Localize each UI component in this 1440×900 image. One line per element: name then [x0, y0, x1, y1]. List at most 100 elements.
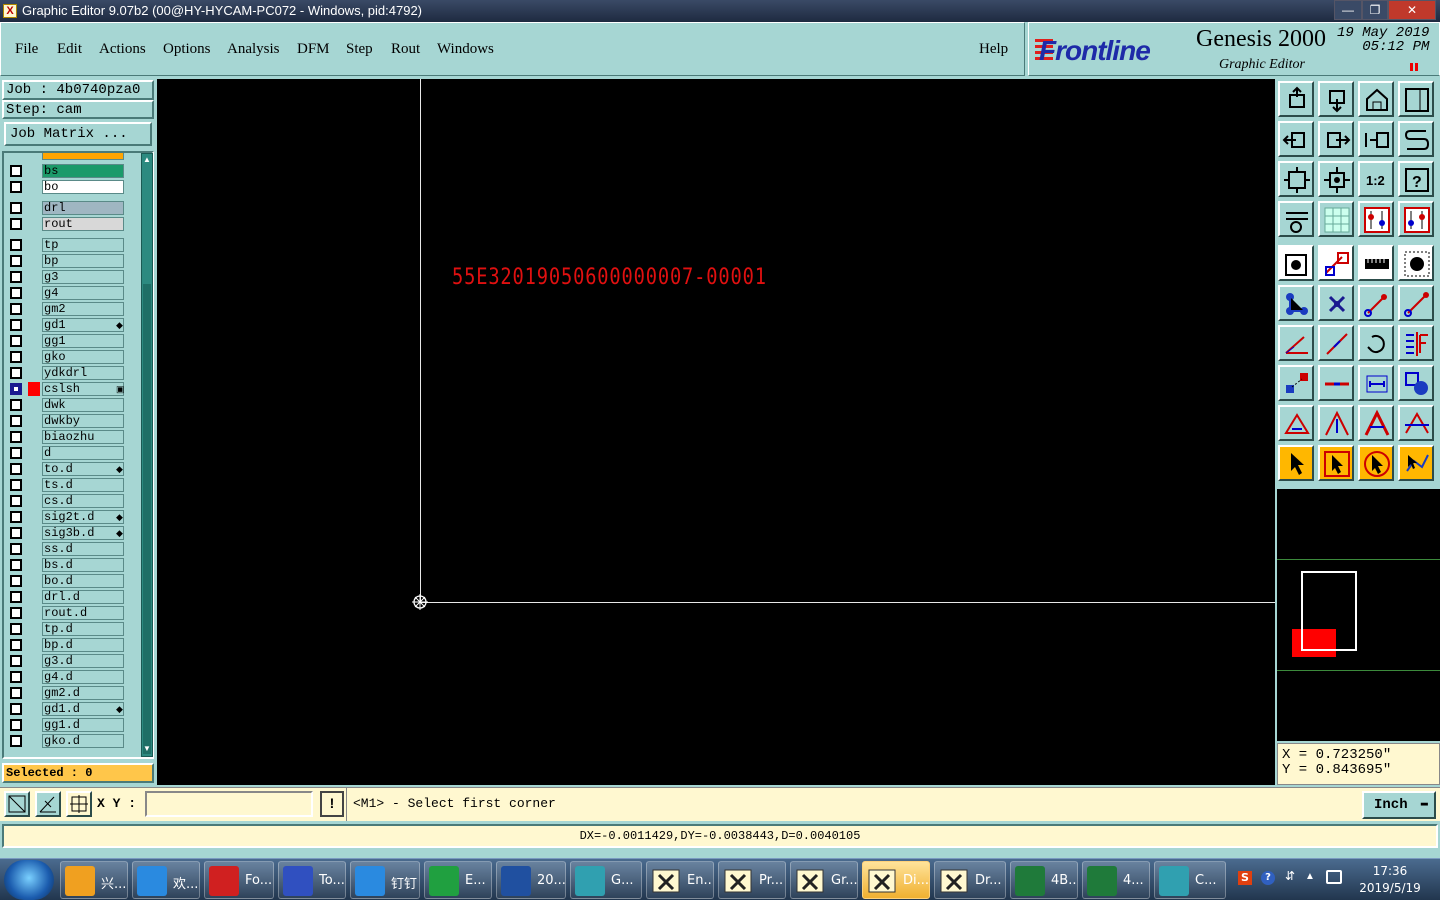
layer-scrollbar[interactable]: ▲ ▼	[141, 153, 153, 757]
maximize-button[interactable]: ❐	[1362, 0, 1388, 20]
contour-button[interactable]	[1358, 405, 1394, 441]
redraw-button[interactable]	[1398, 121, 1434, 157]
job-matrix-button[interactable]: Job Matrix ...	[4, 122, 152, 146]
layer-checkbox[interactable]	[10, 399, 22, 411]
angle-button[interactable]	[1278, 325, 1314, 361]
layer-row-g4[interactable]: g4	[8, 285, 128, 301]
layer-row-dwkby[interactable]: dwkby	[8, 413, 128, 429]
layer-checkbox[interactable]	[10, 218, 22, 230]
layer-row-gm2-d[interactable]: gm2.d	[8, 685, 128, 701]
layer-row-dwk[interactable]: dwk	[8, 397, 128, 413]
layer-checkbox[interactable]	[10, 623, 22, 635]
layer-checkbox[interactable]	[10, 431, 22, 443]
layer-checkbox[interactable]	[10, 639, 22, 651]
layer-checkbox[interactable]	[10, 719, 22, 731]
layer-row-bo-d[interactable]: bo.d	[8, 573, 128, 589]
scroll-up-icon[interactable]: ▲	[143, 155, 151, 165]
undo-zoom-button[interactable]	[1358, 121, 1394, 157]
warning-button[interactable]: !	[320, 791, 344, 817]
layer-row-ts-d[interactable]: ts.d	[8, 477, 128, 493]
move-button[interactable]	[1278, 365, 1314, 401]
select-box-button[interactable]	[1318, 445, 1354, 481]
layer-row-g3-d[interactable]: g3.d	[8, 653, 128, 669]
outline-button[interactable]	[1398, 405, 1434, 441]
layer-row-biaozhu[interactable]: biaozhu	[8, 429, 128, 445]
layer-checkbox[interactable]	[10, 479, 22, 491]
measure-button[interactable]	[1358, 365, 1394, 401]
network-icon[interactable]	[1326, 870, 1342, 884]
layer-row-gko[interactable]: gko	[8, 349, 128, 365]
menu-options[interactable]: Options	[163, 41, 211, 58]
menu-actions[interactable]: Actions	[99, 41, 146, 58]
layer-row-gm2[interactable]: gm2	[8, 301, 128, 317]
pad-button[interactable]	[1398, 245, 1434, 281]
menu-edit[interactable]: Edit	[57, 41, 82, 58]
pan-left-button[interactable]	[1278, 121, 1314, 157]
menu-file[interactable]: File	[15, 41, 38, 58]
pan-right-button[interactable]	[1318, 121, 1354, 157]
layer-row-cslsh[interactable]: cslsh ▣	[8, 381, 128, 397]
layer-checkbox[interactable]	[10, 165, 22, 177]
taskbar-item[interactable]: To...	[278, 861, 346, 899]
taskbar-item[interactable]: C...	[1154, 861, 1226, 899]
layer-checkbox[interactable]	[10, 543, 22, 555]
overview-map[interactable]	[1277, 489, 1440, 741]
taskbar-item[interactable]: 钉钉	[350, 861, 420, 899]
layer-row-gd1[interactable]: gd1 ◆	[8, 317, 128, 333]
layer-row-to-d[interactable]: to.d ◆	[8, 461, 128, 477]
window-button[interactable]	[1398, 81, 1434, 117]
transform-button[interactable]	[1318, 245, 1354, 281]
taskbar-item[interactable]: Gr...	[790, 861, 858, 899]
taskbar-item[interactable]: G...	[570, 861, 642, 899]
layer-row-gd1-d[interactable]: gd1.d ◆	[8, 701, 128, 717]
layer-checkbox[interactable]	[10, 495, 22, 507]
layer-checkbox[interactable]	[10, 607, 22, 619]
layer-display-alt-button[interactable]	[1398, 201, 1434, 237]
grid-mode-button[interactable]	[66, 791, 92, 817]
layer-checkbox[interactable]	[10, 367, 22, 379]
layer-row-rout[interactable]: rout	[8, 216, 128, 232]
pan-down-button[interactable]	[1318, 81, 1354, 117]
zoom-fit-button[interactable]	[1278, 161, 1314, 197]
layer-row[interactable]	[8, 153, 128, 161]
layer-row-bo[interactable]: bo	[8, 179, 128, 195]
layer-checkbox[interactable]	[10, 687, 22, 699]
layer-row-sig3b-d[interactable]: sig3b.d ◆	[8, 525, 128, 541]
layer-row-tp-d[interactable]: tp.d	[8, 621, 128, 637]
overview-viewport[interactable]	[1301, 571, 1357, 651]
layer-row-gg1-d[interactable]: gg1.d	[8, 717, 128, 733]
select-rotate-button[interactable]	[1358, 445, 1394, 481]
layer-checkbox[interactable]	[10, 415, 22, 427]
line-edit-button[interactable]	[1318, 325, 1354, 361]
surface-button[interactable]	[1278, 405, 1314, 441]
layer-checkbox[interactable]	[10, 671, 22, 683]
connect-button[interactable]	[1278, 285, 1314, 321]
layer-checkbox[interactable]	[10, 271, 22, 283]
sogou-ime-icon[interactable]: S	[1238, 871, 1252, 885]
layer-row-g4-d[interactable]: g4.d	[8, 669, 128, 685]
help-tray-icon[interactable]: ?	[1261, 871, 1275, 885]
layer-checkbox[interactable]	[10, 575, 22, 587]
settings-button[interactable]	[1278, 201, 1314, 237]
layer-checkbox[interactable]	[10, 511, 22, 523]
taskbar-item[interactable]: E...	[424, 861, 492, 899]
zoom-home-button[interactable]	[1318, 161, 1354, 197]
layer-checkbox[interactable]	[10, 287, 22, 299]
layer-checkbox[interactable]	[10, 239, 22, 251]
layer-checkbox[interactable]	[10, 447, 22, 459]
layer-row-gg1[interactable]: gg1	[8, 333, 128, 349]
tray-expand-icon[interactable]: ⇵	[1285, 869, 1295, 884]
graphic-canvas[interactable]: 55E32019050600000007-00001	[157, 79, 1275, 785]
home-button[interactable]	[1358, 81, 1394, 117]
layer-row-gko-d[interactable]: gko.d	[8, 733, 128, 749]
layer-row-ss-d[interactable]: ss.d	[8, 541, 128, 557]
menu-step[interactable]: Step	[346, 41, 373, 58]
layer-checkbox[interactable]	[10, 335, 22, 347]
clock[interactable]: 17:36 2019/5/19	[1350, 863, 1430, 897]
line-add-button[interactable]	[1358, 285, 1394, 321]
layer-row-sig2t-d[interactable]: sig2t.d ◆	[8, 509, 128, 525]
select-chain-button[interactable]	[1398, 445, 1434, 481]
arc-button[interactable]	[1358, 325, 1394, 361]
menu-analysis[interactable]: Analysis	[227, 41, 280, 58]
menu-dfm[interactable]: DFM	[297, 41, 330, 58]
